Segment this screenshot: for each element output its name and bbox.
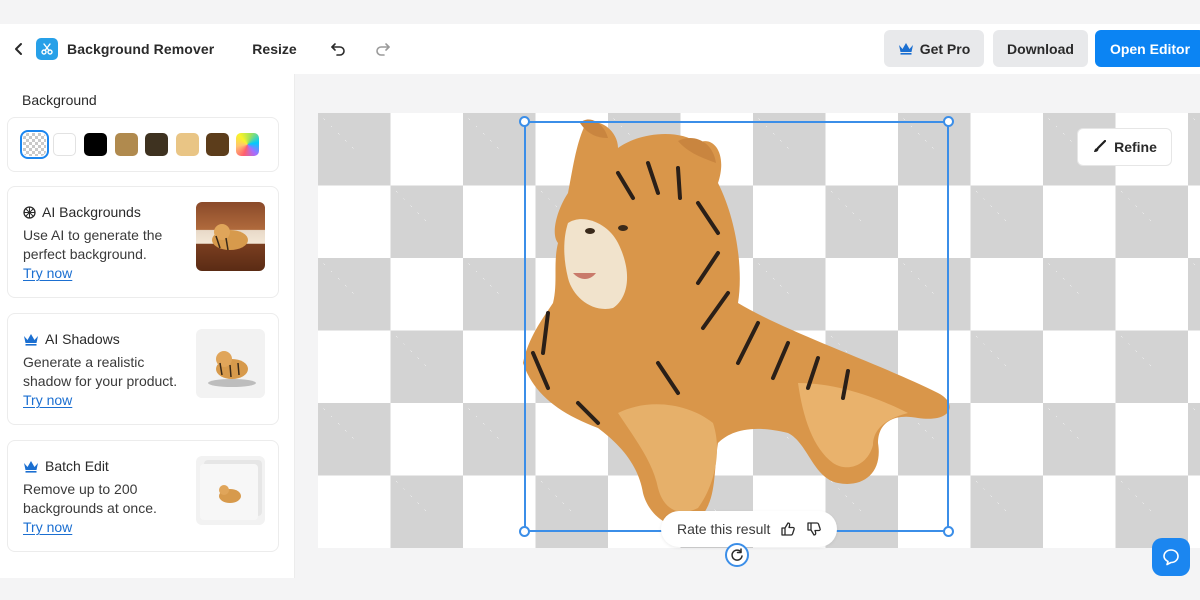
card-title: Batch Edit [45, 458, 109, 474]
app-title: Background Remover [67, 41, 215, 57]
swatch-color-picker[interactable] [236, 133, 259, 156]
get-pro-label: Get Pro [919, 40, 971, 57]
top-bar: Background Remover Resize Get Pro Downlo… [0, 24, 1200, 74]
undo-button[interactable] [327, 38, 349, 60]
rate-label: Rate this result [677, 521, 771, 537]
get-pro-button[interactable]: Get Pro [884, 30, 984, 67]
resize-handle-top-left[interactable] [519, 116, 530, 127]
redo-icon [375, 43, 390, 56]
resize-button[interactable]: Resize [252, 41, 296, 57]
brush-icon [1094, 140, 1107, 152]
swatch-dark-brown[interactable] [145, 133, 168, 156]
crown-icon [24, 333, 38, 346]
thumbs-up-button[interactable] [780, 521, 796, 537]
rate-result-pill: Rate this result [661, 511, 837, 547]
swatch-palette [7, 117, 279, 172]
swatch-transparent[interactable] [20, 130, 49, 159]
swatch-tan[interactable] [115, 133, 138, 156]
rotate-icon [731, 548, 743, 561]
try-now-link[interactable]: Try now [23, 392, 72, 408]
crown-icon [24, 460, 38, 473]
undo-icon [330, 43, 345, 56]
try-now-link[interactable]: Try now [23, 519, 72, 535]
sparkle-icon [23, 205, 36, 219]
chat-bubble-icon [1163, 549, 1179, 566]
background-heading: Background [22, 92, 97, 108]
swatch-brown[interactable] [206, 133, 229, 156]
download-button[interactable]: Download [993, 30, 1088, 67]
chevron-left-icon [15, 43, 22, 55]
swatch-sand[interactable] [176, 133, 199, 156]
crown-icon [898, 43, 913, 55]
refine-button[interactable]: Refine [1077, 128, 1172, 166]
ai-shadows-thumbnail [196, 329, 265, 398]
ai-backgrounds-card[interactable]: AI Backgrounds Use AI to generate the pe… [7, 186, 279, 298]
ai-backgrounds-thumbnail [196, 202, 265, 271]
swatch-white[interactable] [53, 133, 76, 156]
batch-edit-thumbnail [196, 456, 265, 525]
thumbs-up-icon [781, 522, 796, 536]
redo-button[interactable] [372, 38, 394, 60]
scissors-icon [36, 38, 58, 60]
refine-label: Refine [1114, 139, 1157, 155]
thumbs-down-icon [807, 522, 822, 536]
try-now-link[interactable]: Try now [23, 265, 72, 281]
sidebar: Background AI Backgrounds Use AI to gene… [0, 74, 295, 578]
help-chat-button[interactable] [1152, 538, 1190, 576]
card-description: Remove up to 200 backgrounds at once. [23, 481, 157, 516]
batch-edit-card[interactable]: Batch Edit Remove up to 200 backgrounds … [7, 440, 279, 552]
resize-handle-top-right[interactable] [943, 116, 954, 127]
ai-shadows-card[interactable]: AI Shadows Generate a realistic shadow f… [7, 313, 279, 425]
swatch-black[interactable] [84, 133, 107, 156]
card-title: AI Backgrounds [42, 204, 141, 220]
thumbs-down-button[interactable] [806, 521, 822, 537]
rotate-handle[interactable] [725, 543, 749, 567]
open-editor-button[interactable]: Open Editor [1095, 30, 1200, 67]
resize-handle-bottom-left[interactable] [519, 526, 530, 537]
resize-handle-bottom-right[interactable] [943, 526, 954, 537]
back-button[interactable] [8, 38, 30, 60]
card-title: AI Shadows [45, 331, 120, 347]
selection-box[interactable] [519, 116, 954, 537]
card-description: Generate a realistic shadow for your pro… [23, 354, 178, 389]
card-description: Use AI to generate the perfect backgroun… [23, 227, 163, 262]
